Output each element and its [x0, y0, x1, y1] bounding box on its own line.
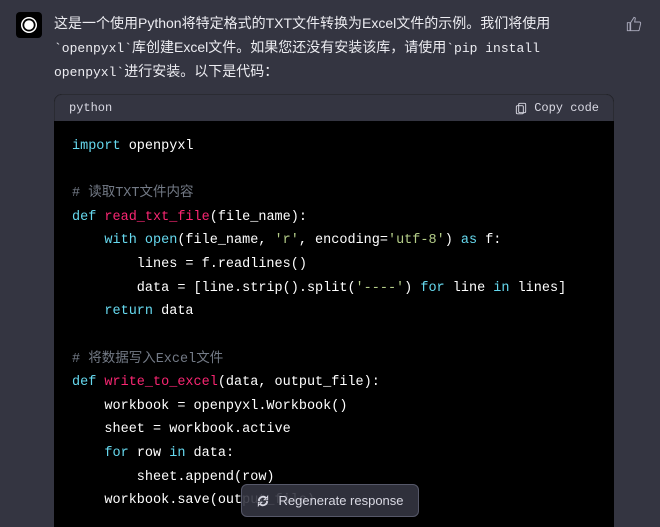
copy-code-label: Copy code: [534, 101, 599, 115]
regenerate-label: Regenerate response: [278, 493, 403, 508]
text-segment: 进行安装。以下是代码：: [124, 63, 278, 79]
regenerate-response-button[interactable]: Regenerate response: [241, 484, 418, 517]
assistant-avatar: [16, 12, 42, 38]
inline-code: `openpyxl`: [54, 41, 132, 56]
code-block: python Copy code import openpyxl # 读取TXT…: [54, 94, 614, 527]
message-text: 这是一个使用Python将特定格式的TXT文件转换为Excel文件的示例。我们将…: [54, 12, 612, 84]
feedback-buttons: [624, 12, 644, 84]
openai-logo-icon: [19, 15, 39, 35]
thumbs-up-button[interactable]: [626, 16, 642, 37]
clipboard-icon: [514, 101, 528, 115]
text-segment: 库创建Excel文件。如果您还没有安装该库，请使用: [132, 39, 446, 55]
code-language-label: python: [69, 101, 112, 115]
thumbs-up-icon: [626, 16, 642, 32]
code-block-header: python Copy code: [54, 94, 614, 121]
assistant-message: 这是一个使用Python将特定格式的TXT文件转换为Excel文件的示例。我们将…: [0, 0, 660, 84]
text-segment: 这是一个使用Python将特定格式的TXT文件转换为Excel文件的示例。我们将…: [54, 15, 550, 31]
refresh-icon: [256, 494, 270, 508]
copy-code-button[interactable]: Copy code: [514, 101, 599, 115]
code-content: import openpyxl # 读取TXT文件内容 def read_txt…: [54, 121, 614, 527]
